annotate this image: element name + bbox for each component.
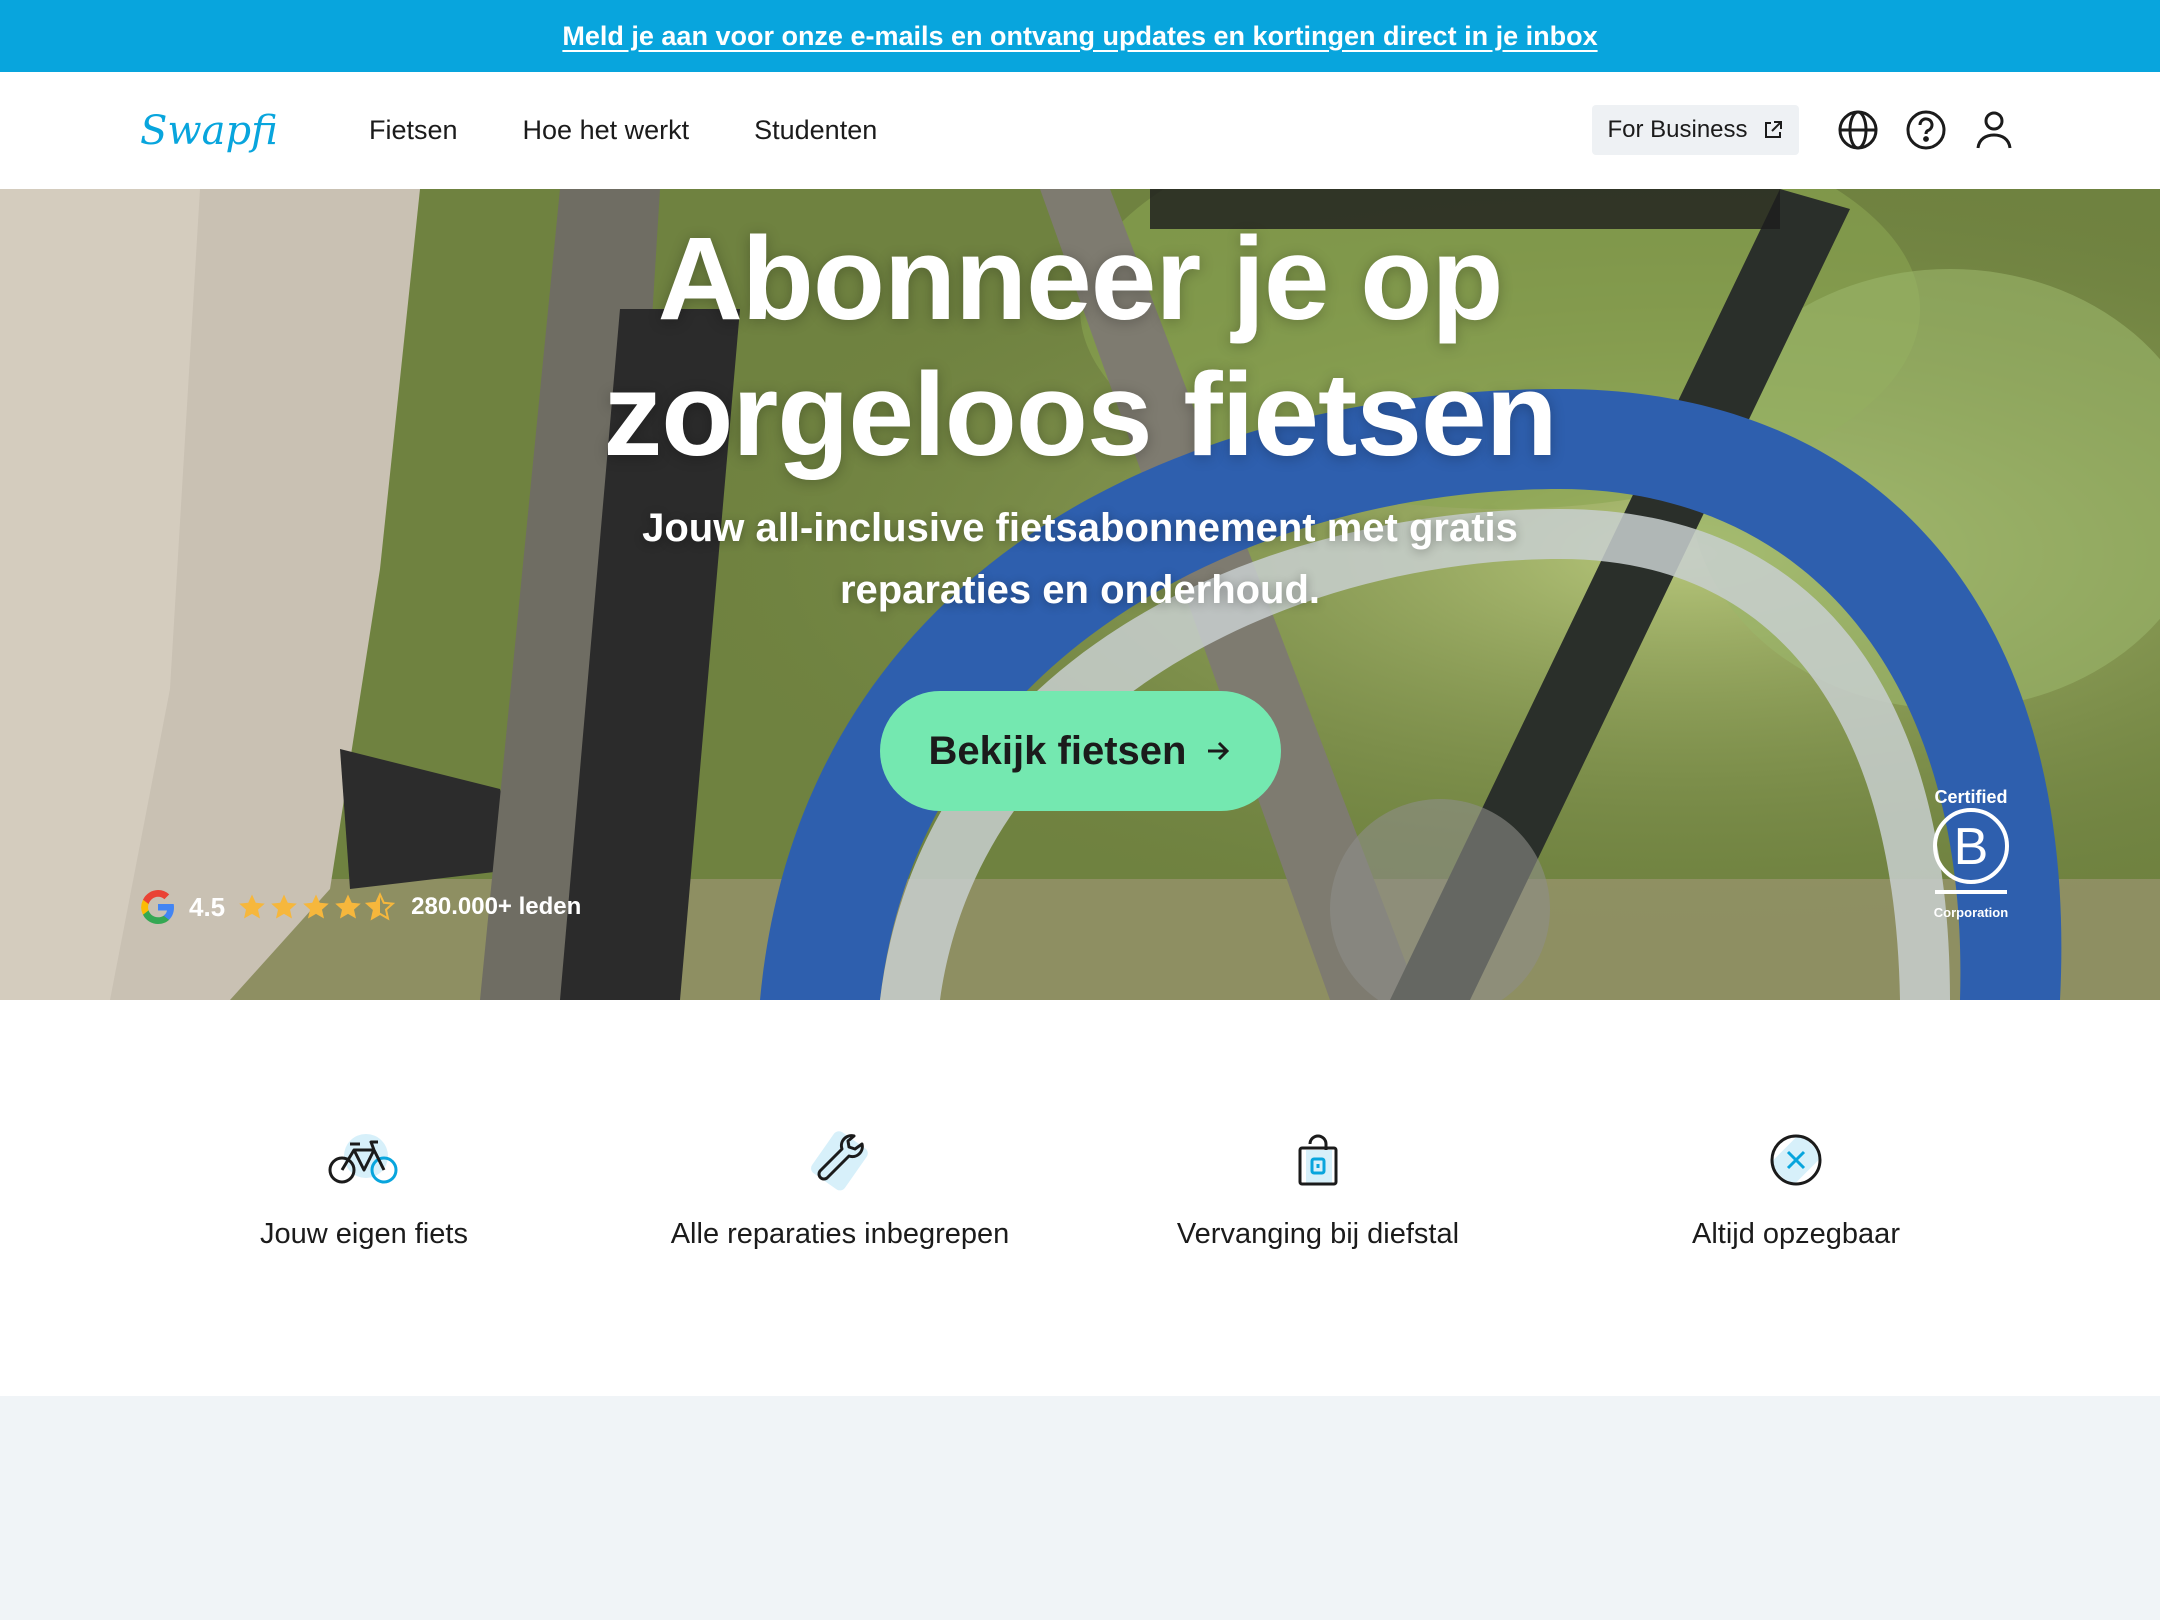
b-corp-logo: B: [1933, 808, 2009, 894]
feature-all-repairs: Alle reparaties inbegrepen: [610, 1128, 1070, 1251]
nav-hoe-het-werkt[interactable]: Hoe het werkt: [523, 115, 690, 146]
feature-label: Vervanging bij diefstal: [1176, 1218, 1460, 1250]
hero-title-line-2: zorgeloos fietsen: [603, 349, 1557, 481]
star-icon: [271, 894, 297, 919]
hero-title: Abonneer je op zorgeloos fietsen: [0, 211, 2160, 483]
b-corp-corporation-text: Corporation: [1933, 905, 2009, 920]
google-icon: [141, 889, 174, 924]
b-corp-badge: Certified B Corporation: [1928, 787, 2014, 920]
newsletter-banner: Meld je aan voor onze e-mails en ontvang…: [0, 0, 2160, 72]
logo-text: Swapfiets: [140, 108, 276, 154]
star-icon: [303, 894, 329, 919]
view-bikes-label: Bekijk fietsen: [928, 728, 1187, 773]
feature-label: Alle reparaties inbegrepen: [670, 1218, 1010, 1250]
rating-score: 4.5: [189, 891, 226, 922]
hero-section: Abonneer je op zorgeloos fietsen Jouw al…: [0, 189, 2160, 1000]
b-corp-letter: B: [1954, 818, 1989, 876]
feature-label: Jouw eigen fiets: [260, 1218, 468, 1250]
hero-title-line-1: Abonneer je op: [657, 213, 1504, 345]
arrow-right-icon: [1208, 741, 1230, 761]
user-icon[interactable]: [1972, 108, 2016, 152]
for-business-button[interactable]: For Business: [1592, 105, 1799, 155]
half-star-icon: [365, 892, 396, 921]
star-icon: [239, 894, 265, 919]
hero-subtitle: Jouw all-inclusive fietsabonnement met g…: [580, 497, 1580, 621]
for-business-label: For Business: [1607, 116, 1748, 143]
hero-subtitle-line-1: Jouw all-inclusive fietsabonnement met g…: [642, 506, 1518, 550]
bike-icon: [328, 1134, 398, 1184]
swapfiets-logo[interactable]: Swapfiets: [136, 96, 276, 166]
lock-bag-icon: [1298, 1134, 1338, 1186]
cancel-circle-icon: [1770, 1134, 1822, 1186]
google-rating[interactable]: 4.5 280.000+ leden: [139, 887, 581, 927]
help-icon[interactable]: [1904, 108, 1948, 152]
member-count: 280.000+ leden: [411, 893, 582, 920]
features-section: Jouw eigen fiets Alle reparaties inbegre…: [0, 1000, 2160, 1396]
external-link-icon: [1764, 121, 1782, 138]
feature-cancel-anytime: Altijd opzegbaar: [1566, 1128, 2026, 1251]
site-header: Swapfiets Fietsen Hoe het werkt Studente…: [0, 72, 2160, 189]
nav-fietsen[interactable]: Fietsen: [369, 115, 458, 146]
view-bikes-button[interactable]: Bekijk fietsen: [880, 691, 1281, 811]
b-corp-certified-text: Certified: [1934, 787, 2008, 807]
star-icon: [335, 894, 361, 919]
rating-stars: [237, 892, 396, 922]
feature-own-bike: Jouw eigen fiets: [134, 1128, 594, 1251]
newsletter-signup-link[interactable]: Meld je aan voor onze e-mails en ontvang…: [562, 21, 1597, 52]
feature-theft-replacement: Vervanging bij diefstal: [1088, 1128, 1548, 1251]
feature-label: Altijd opzegbaar: [1692, 1218, 1900, 1250]
globe-icon[interactable]: [1836, 108, 1880, 152]
main-nav: Fietsen Hoe het werkt Studenten: [369, 72, 877, 189]
hero-subtitle-line-2: reparaties en onderhoud.: [839, 568, 1321, 612]
wrench-icon: [811, 1131, 868, 1191]
nav-studenten[interactable]: Studenten: [754, 115, 877, 146]
